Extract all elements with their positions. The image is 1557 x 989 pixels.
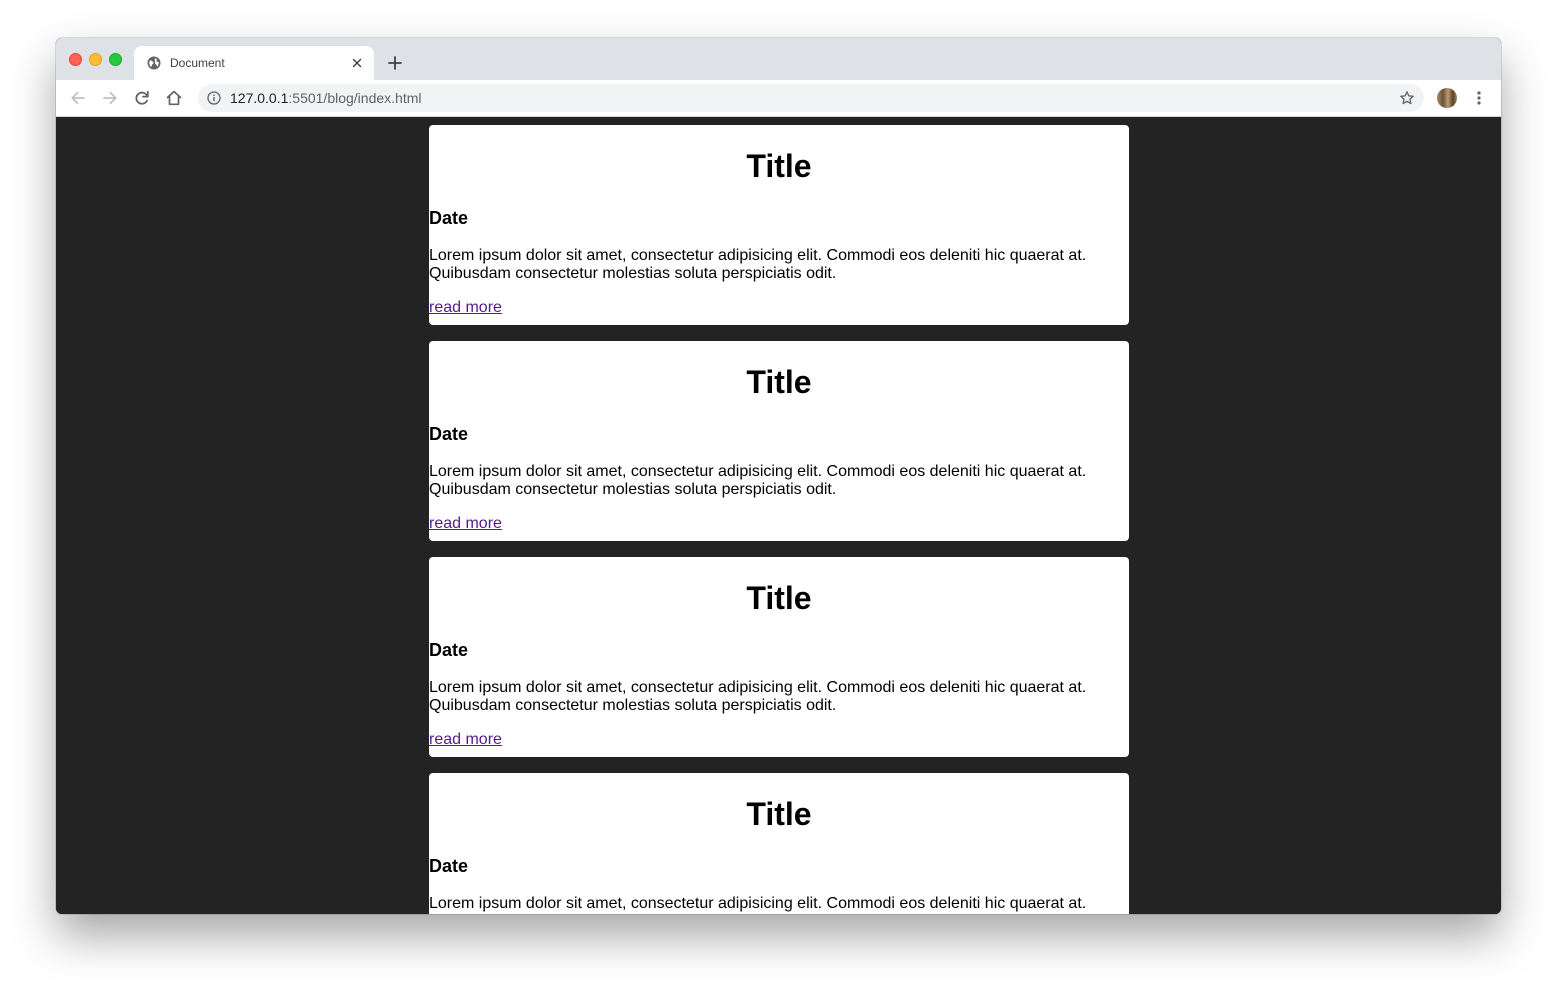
post-excerpt: Lorem ipsum dolor sit amet, consectetur … [429,895,1087,912]
back-arrow-icon[interactable] [68,88,88,108]
post-date: Date [429,208,469,228]
forward-arrow-icon[interactable] [100,88,120,108]
post-title: Title [746,796,812,832]
tab-title: Document [170,56,225,70]
post-card: Title Date Lorem ipsum dolor sit amet, c… [429,773,1129,914]
read-more-link[interactable]: read more [429,299,502,317]
minimize-window-button[interactable] [89,53,102,66]
post-title: Title [746,148,812,184]
bookmark-star-icon[interactable] [1399,90,1415,106]
post-excerpt: Lorem ipsum dolor sit amet, consectetur … [429,247,1087,282]
post-date: Date [429,856,469,876]
post-title: Title [746,580,812,616]
url-path: :5501/blog/index.html [288,90,422,106]
home-icon[interactable] [164,88,184,108]
more-menu-icon[interactable] [1471,88,1487,108]
post-date: Date [429,640,469,660]
browser-toolbar: 127.0.0.1:5501/blog/index.html [56,80,1501,117]
address-bar[interactable]: 127.0.0.1:5501/blog/index.html [198,84,1424,112]
read-more-link[interactable]: read more [429,515,502,533]
read-more-link[interactable]: read more [429,731,502,749]
post-date: Date [429,424,469,444]
maximize-window-button[interactable] [109,53,122,66]
post-excerpt: Lorem ipsum dolor sit amet, consectetur … [429,463,1087,498]
post-card: Title Date Lorem ipsum dolor sit amet, c… [429,557,1129,757]
new-tab-plus-icon[interactable] [386,54,404,72]
post-title: Title [746,364,812,400]
info-icon[interactable] [207,91,221,105]
close-icon[interactable] [350,56,364,70]
profile-avatar[interactable] [1437,88,1457,108]
tab-document[interactable]: Document [134,46,374,80]
post-list: Title Date Lorem ipsum dolor sit amet, c… [429,125,1129,914]
url-text[interactable]: 127.0.0.1:5501/blog/index.html [230,90,421,106]
globe-icon [146,55,162,71]
post-card: Title Date Lorem ipsum dolor sit amet, c… [429,125,1129,325]
post-excerpt: Lorem ipsum dolor sit amet, consectetur … [429,679,1087,714]
browser-window: Document 127.0.0.1:5501/blog/index.html … [56,38,1501,914]
post-card: Title Date Lorem ipsum dolor sit amet, c… [429,341,1129,541]
close-window-button[interactable] [69,53,82,66]
url-host: 127.0.0.1 [230,90,289,106]
tab-strip: Document [56,38,1501,80]
page-viewport[interactable]: Title Date Lorem ipsum dolor sit amet, c… [56,117,1501,914]
reload-icon[interactable] [132,88,152,108]
